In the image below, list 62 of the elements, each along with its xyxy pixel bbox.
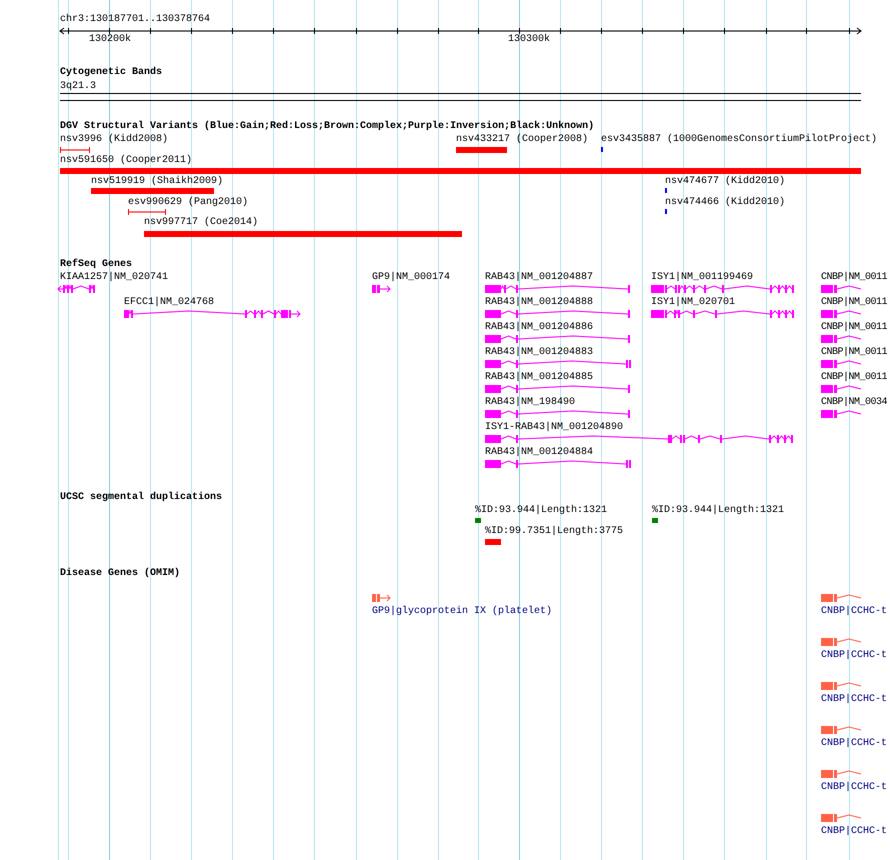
gene-label: CNBP|NM_0011 bbox=[821, 298, 888, 308]
disease-gene-label: CNBP|CCHC-t bbox=[821, 651, 888, 661]
gene-model-drawing bbox=[821, 384, 861, 394]
gene-label: CNBP|NM_0011 bbox=[821, 373, 888, 383]
disease-gene-label: CNBP|CCHC-t bbox=[821, 783, 888, 793]
gene-model-drawing bbox=[821, 681, 861, 691]
gene-model-drawing bbox=[821, 334, 861, 344]
gene-label: CNBP|NM_0011 bbox=[821, 273, 888, 283]
variant-label: nsv433217 (Cooper2008) bbox=[456, 135, 588, 145]
duplication-label: %ID:93.944|Length:1321 bbox=[652, 506, 784, 516]
tick-label: 130200k bbox=[89, 35, 132, 45]
variant-label: esv990629 (Pang2010) bbox=[128, 198, 248, 208]
duplication-label: %ID:93.944|Length:1321 bbox=[475, 506, 608, 516]
gene-model-drawing bbox=[821, 284, 861, 294]
gene-label: RAB43|NM_001204884 bbox=[485, 448, 594, 458]
variant-label: nsv519919 (Shaikh2009) bbox=[91, 177, 224, 187]
gene-label: RAB43|NM_001204888 bbox=[485, 298, 594, 308]
gene-model-drawing bbox=[821, 769, 861, 779]
track-title: Cytogenetic Bands bbox=[60, 67, 162, 79]
variant-label: nsv3996 (Kidd2008) bbox=[60, 135, 168, 145]
variant-label: esv3435887 (1000GenomesConsortiumPilotProject) bbox=[601, 135, 878, 145]
track-title: Disease Genes (OMIM) bbox=[60, 568, 180, 580]
gene-model-drawing bbox=[821, 409, 861, 419]
disease-gene-label: GP9|glycoprotein IX (platelet) bbox=[372, 607, 552, 617]
gene-label: RAB43|NM_001204887 bbox=[485, 273, 594, 283]
variant-label: nsv474466 (Kidd2010) bbox=[665, 198, 786, 208]
gene-model-drawing bbox=[58, 284, 95, 294]
gene-model-drawing bbox=[372, 284, 390, 294]
disease-gene-label: CNBP|CCHC-t bbox=[821, 739, 888, 749]
gene-label: RAB43|NM_198490 bbox=[485, 398, 576, 408]
variant-label: nsv997717 (Coe2014) bbox=[144, 218, 258, 228]
gene-model-drawing bbox=[821, 593, 861, 603]
gene-label: RAB43|NM_001204883 bbox=[485, 348, 594, 358]
gene-label: RAB43|NM_001204885 bbox=[485, 373, 594, 383]
gene-label: GP9|NM_000174 bbox=[372, 273, 450, 283]
gene-label: RAB43|NM_001204886 bbox=[485, 323, 594, 333]
gene-label: ISY1-RAB43|NM_001204890 bbox=[485, 423, 624, 433]
variant-label: nsv474677 (Kidd2010) bbox=[665, 177, 786, 187]
variant-label: nsv591650 (Cooper2011) bbox=[60, 156, 192, 166]
gene-label: KIAA1257|NM_020741 bbox=[60, 273, 168, 283]
gene-model-drawing bbox=[821, 813, 861, 823]
gene-label: CNBP|NM_0011 bbox=[821, 348, 888, 358]
disease-gene-label: CNBP|CCHC-t bbox=[821, 827, 888, 837]
band-label: 3q21.3 bbox=[60, 82, 96, 92]
track-title: RefSeq Genes bbox=[60, 259, 132, 271]
gene-label: EFCC1|NM_024768 bbox=[124, 298, 214, 308]
tick-label: 130300k bbox=[508, 35, 550, 45]
duplication-label: %ID:99.7351|Length:3775 bbox=[485, 527, 624, 537]
location-label: chr3:130187701..130378764 bbox=[60, 15, 210, 25]
gene-model-drawing bbox=[821, 359, 861, 369]
track-title: UCSC segmental duplications bbox=[60, 492, 222, 504]
gene-label: ISY1|NM_020701 bbox=[651, 298, 736, 308]
gene-model-drawing bbox=[821, 637, 861, 647]
gene-label: ISY1|NM_001199469 bbox=[651, 273, 754, 283]
gene-label: CNBP|NM_0011 bbox=[821, 323, 888, 333]
disease-gene-label: CNBP|CCHC-t bbox=[821, 607, 888, 617]
track-title: DGV Structural Variants (Blue:Gain;Red:Loss;Brown:Complex;Purple:Inversion;Black:Unknown) bbox=[60, 121, 594, 133]
gene-model-drawing bbox=[821, 725, 861, 735]
gene-model-drawing bbox=[372, 593, 390, 603]
gene-label: CNBP|NM_0034 bbox=[821, 398, 888, 408]
disease-gene-label: CNBP|CCHC-t bbox=[821, 695, 888, 705]
gene-model-drawing bbox=[821, 309, 861, 319]
